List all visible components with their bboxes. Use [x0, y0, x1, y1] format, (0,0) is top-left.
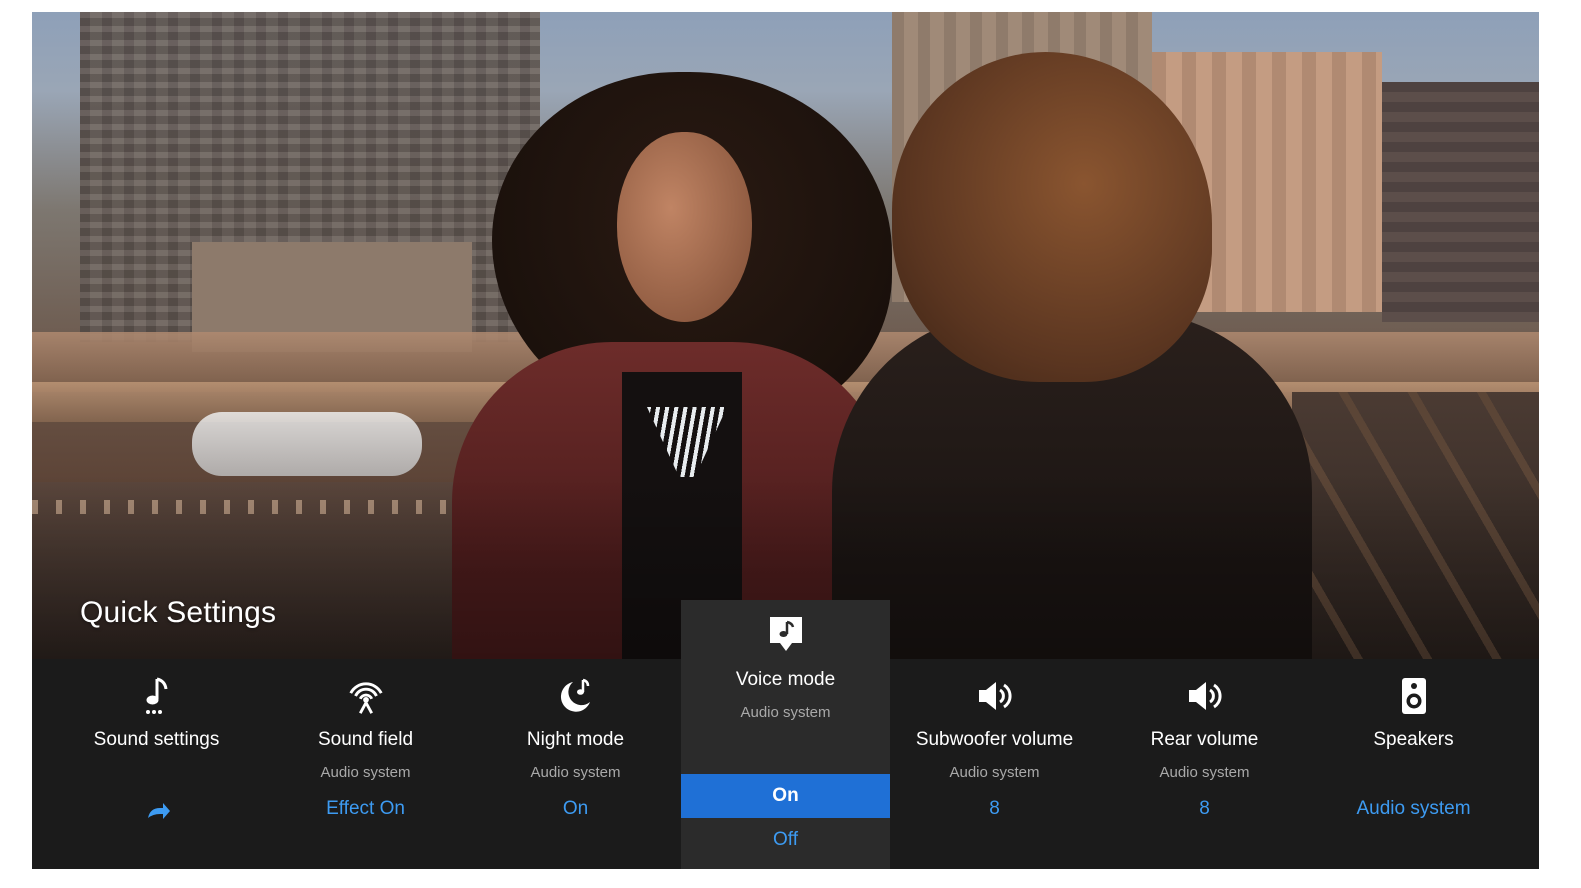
quick-settings-title: Quick Settings — [80, 596, 277, 629]
tile-value: Audio system — [1356, 798, 1471, 819]
tile-label: Sound field — [317, 729, 414, 750]
quick-settings-panel: Sound settings Sound field Audio system … — [32, 600, 1539, 869]
voice-mode-option-off[interactable]: Off — [681, 818, 890, 862]
tv-screen: Quick Settings Sound settings Sound fiel… — [32, 12, 1539, 869]
speaker-volume-icon — [1185, 676, 1225, 716]
music-note-dots-icon — [137, 676, 177, 716]
tile-voice-mode[interactable]: Voice mode Audio system On Off — [681, 600, 890, 869]
tile-speakers[interactable]: Speakers Audio system — [1309, 659, 1518, 869]
tile-value: 8 — [1199, 798, 1210, 819]
tile-label: Sound settings — [93, 729, 220, 750]
tile-label: Subwoofer volume — [915, 729, 1074, 750]
tile-label: Voice mode — [735, 669, 836, 690]
tile-value: Effect On — [326, 798, 405, 819]
tile-label: Rear volume — [1150, 729, 1259, 750]
tile-sublabel: Audio system — [949, 764, 1040, 781]
speaker-box-icon — [1394, 676, 1434, 716]
tile-night-mode[interactable]: Night mode Audio system On — [471, 659, 680, 869]
tile-sublabel: Audio system — [530, 764, 621, 781]
tile-sound-settings[interactable]: Sound settings — [52, 659, 261, 869]
tile-subwoofer-volume[interactable]: Subwoofer volume Audio system 8 — [890, 659, 1099, 869]
tile-sound-field[interactable]: Sound field Audio system Effect On — [261, 659, 470, 869]
tile-sublabel: Audio system — [320, 764, 411, 781]
tile-sublabel: Audio system — [740, 704, 831, 721]
share-arrow-icon — [52, 798, 261, 822]
voice-mode-option-on[interactable]: On — [681, 774, 890, 818]
signal-broadcast-icon — [346, 676, 386, 716]
background-photo — [32, 12, 1539, 672]
speaker-volume-icon — [975, 676, 1015, 716]
tile-value: 8 — [989, 798, 1000, 819]
tile-value: On — [562, 798, 589, 819]
tile-label: Night mode — [526, 729, 625, 750]
moon-note-icon — [556, 676, 596, 716]
tile-label: Speakers — [1373, 729, 1454, 750]
speech-bubble-note-icon — [766, 614, 806, 654]
tile-sublabel: Audio system — [1159, 764, 1250, 781]
tile-rear-volume[interactable]: Rear volume Audio system 8 — [1100, 659, 1309, 869]
